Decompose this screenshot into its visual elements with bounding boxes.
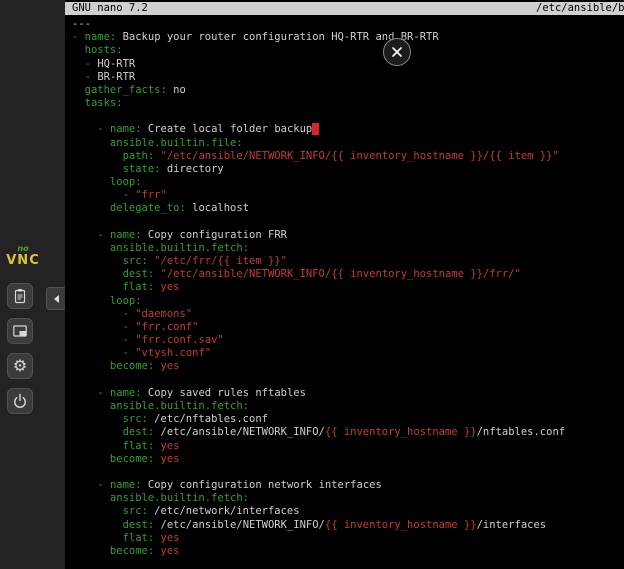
code-line: loop: [72, 176, 624, 189]
code-line: become: yes [72, 453, 624, 466]
code-line: ansible.builtin.fetch: [72, 492, 624, 505]
collapse-arrow-icon [54, 295, 59, 303]
novnc-logo-vnc: VNC [0, 253, 46, 268]
editor-text[interactable]: ---- name: Backup your router configurat… [65, 15, 624, 558]
file-path: /etc/ansible/b [536, 2, 624, 15]
code-line [72, 110, 624, 123]
novnc-logo-no: no [0, 245, 46, 253]
code-line: - name: Backup your router configuration… [72, 31, 624, 44]
settings-button[interactable]: ⚙ [7, 353, 33, 379]
novnc-logo: no VNC [0, 245, 46, 268]
code-line: dest: "/etc/ansible/NETWORK_INFO/{{ inve… [72, 268, 624, 281]
code-line: - "frr.conf.sav" [72, 334, 624, 347]
code-line: src: /etc/nftables.conf [72, 413, 624, 426]
terminal[interactable]: GNU nano 7.2 /etc/ansible/b ---- name: B… [65, 0, 624, 569]
code-line: --- [72, 18, 624, 31]
nano-titlebar: GNU nano 7.2 /etc/ansible/b [65, 2, 624, 15]
code-line [72, 466, 624, 479]
screen: no VNC ⚙ [0, 0, 624, 569]
code-line: - BR-RTR [72, 71, 624, 84]
code-line: - "vtysh.conf" [72, 347, 624, 360]
nano-version: GNU nano 7.2 [65, 2, 148, 14]
code-line: - "daemons" [72, 308, 624, 321]
code-line: hosts: [72, 44, 624, 57]
code-line: - HQ-RTR [72, 58, 624, 71]
power-icon [12, 393, 28, 409]
fullscreen-icon [12, 323, 28, 339]
text-cursor [312, 123, 318, 135]
fullscreen-button[interactable] [7, 318, 33, 344]
code-line: flat: yes [72, 440, 624, 453]
code-line: become: yes [72, 545, 624, 558]
power-button[interactable] [7, 388, 33, 414]
code-line: src: /etc/network/interfaces [72, 505, 624, 518]
clipboard-icon [12, 288, 28, 304]
code-line: - name: Copy configuration FRR [72, 229, 624, 242]
code-line [72, 374, 624, 387]
code-line: ansible.builtin.fetch: [72, 242, 624, 255]
code-line: - "frr" [72, 189, 624, 202]
gear-icon: ⚙ [13, 358, 27, 374]
code-line [72, 216, 624, 229]
close-button[interactable] [383, 38, 411, 66]
code-line: loop: [72, 295, 624, 308]
code-line: path: "/etc/ansible/NETWORK_INFO/{{ inve… [72, 150, 624, 163]
code-line: - name: Create local folder backup [72, 123, 624, 136]
code-line: - name: Copy configuration network inter… [72, 479, 624, 492]
code-line: dest: /etc/ansible/NETWORK_INFO/{{ inven… [72, 426, 624, 439]
vnc-control-bar: no VNC ⚙ [0, 0, 65, 569]
code-line: src: "/etc/frr/{{ item }}" [72, 255, 624, 268]
code-line: - name: Copy saved rules nftables [72, 387, 624, 400]
code-line: - "frr.conf" [72, 321, 624, 334]
close-icon [391, 46, 403, 58]
code-line: tasks: [72, 97, 624, 110]
control-bar-handle[interactable] [46, 287, 67, 310]
code-line: dest: /etc/ansible/NETWORK_INFO/{{ inven… [72, 519, 624, 532]
code-line: ansible.builtin.fetch: [72, 400, 624, 413]
code-line: delegate_to: localhost [72, 202, 624, 215]
clipboard-button[interactable] [7, 283, 33, 309]
code-line: become: yes [72, 360, 624, 373]
code-line: flat: yes [72, 532, 624, 545]
code-line: state: directory [72, 163, 624, 176]
code-line: flat: yes [72, 281, 624, 294]
code-line: ansible.builtin.file: [72, 137, 624, 150]
code-line: gather_facts: no [72, 84, 624, 97]
